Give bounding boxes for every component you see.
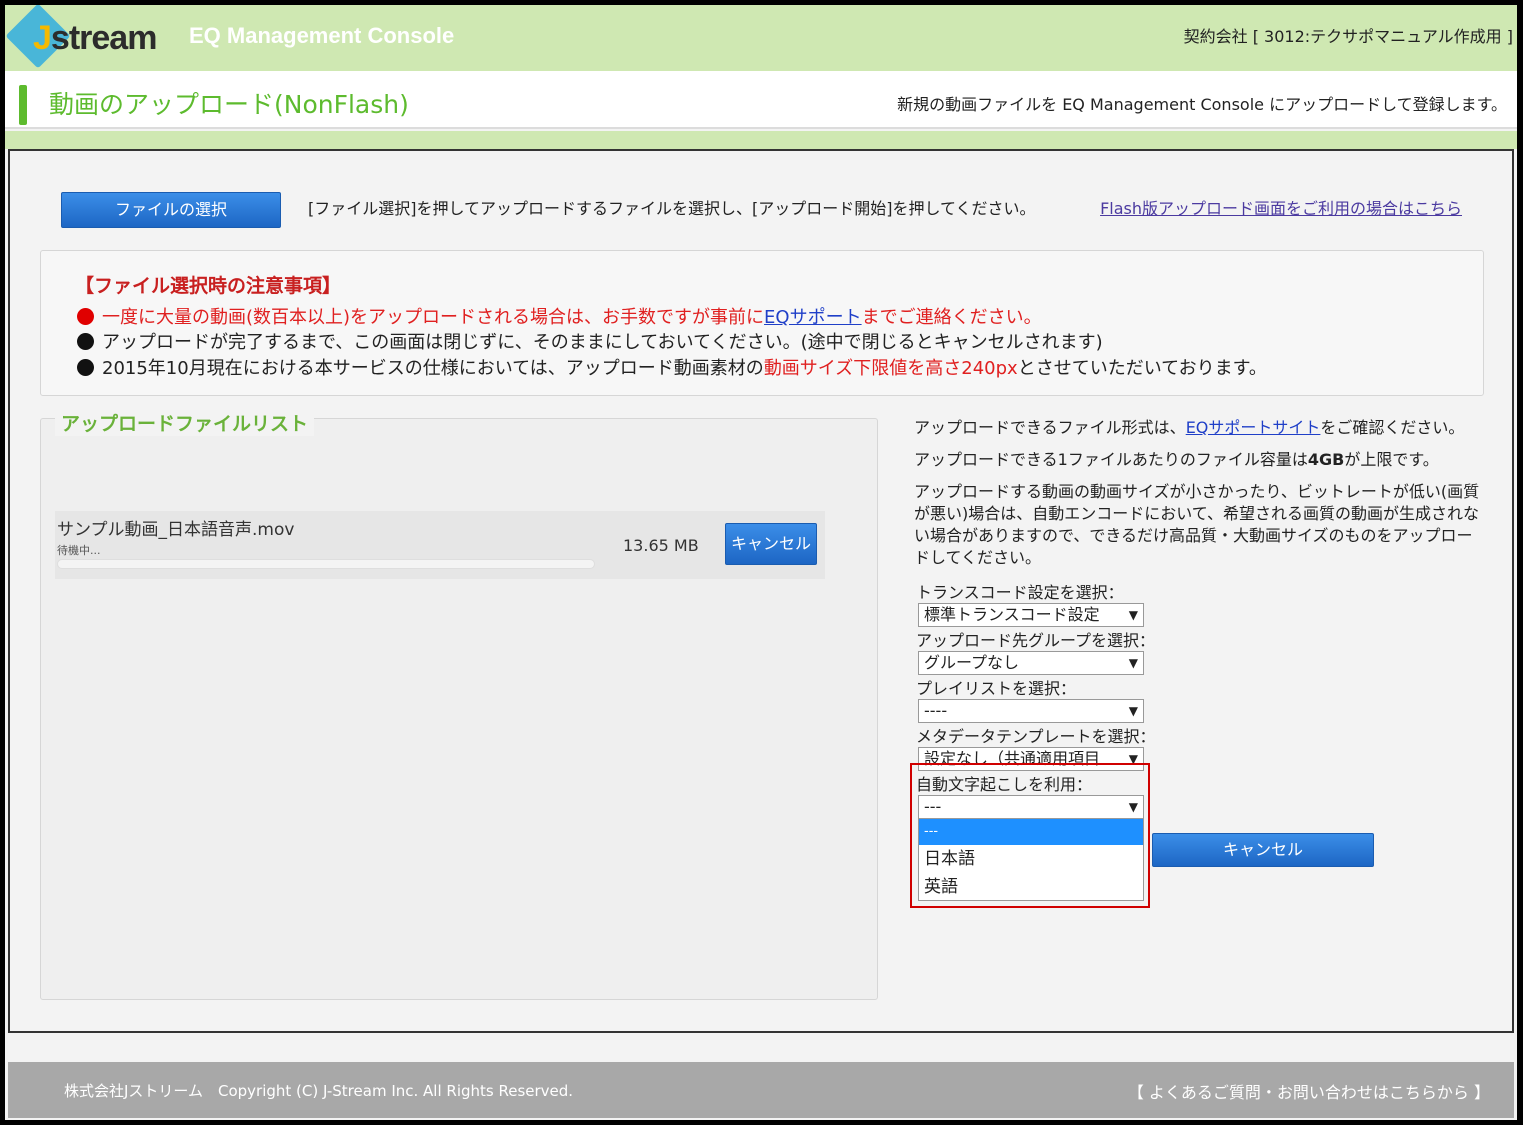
transcode-label: トランスコード設定を選択： (916, 583, 1124, 602)
select-instruction: [ファイル選択]を押してアップロードするファイルを選択し、[アップロード開始]を… (308, 199, 1036, 218)
chevron-down-icon: ▼ (1128, 704, 1138, 718)
group-label: アップロード先グループを選択： (916, 631, 1156, 650)
group-select[interactable]: グループなし ▼ (918, 651, 1144, 675)
top-bar: Jstream EQ Management Console 契約会社 [ 301… (5, 5, 1517, 71)
file-size: 13.65 MB (623, 536, 699, 555)
app-frame: Jstream EQ Management Console 契約会社 [ 301… (5, 5, 1517, 1120)
metadata-label: メタデータテンプレートを選択： (916, 727, 1156, 746)
red-bullet-icon (77, 308, 94, 325)
info-quality: アップロードする動画の動画サイズが小さかったり、ビットレートが低い(画質が悪い)… (914, 482, 1480, 567)
cancel-button[interactable]: キャンセル (1152, 833, 1374, 867)
logo-text: Jstream (33, 19, 157, 57)
title-accent-bar (19, 85, 27, 125)
file-status: 待機中... (57, 544, 101, 557)
page-title: 動画のアップロード(NonFlash) (49, 90, 409, 119)
info-file-size: アップロードできる1ファイルあたりのファイル容量は4GBが上限です。 (914, 450, 1439, 469)
bullet-icon (77, 333, 94, 350)
eq-support-link[interactable]: EQサポート (764, 307, 862, 328)
file-row: サンプル動画_日本語音声.mov 待機中... 13.65 MB キャンセル (55, 511, 825, 579)
copyright: 株式会社Jストリーム Copyright (C) J-Stream Inc. A… (64, 1082, 574, 1100)
playlist-label: プレイリストを選択： (916, 679, 1077, 698)
chevron-down-icon: ▼ (1128, 608, 1138, 622)
transcode-select[interactable]: 標準トランスコード設定 ▼ (918, 603, 1144, 627)
notice-title: 【ファイル選択時の注意事項】 (75, 275, 342, 297)
faq-link[interactable]: 【 よくあるご質問・お問い合わせはこちらから 】 (1128, 1079, 1490, 1103)
notice-line-spec: 2015年10月現在における本サービスの仕様においては、アップロード動画素材の動… (77, 354, 1267, 380)
header-divider (5, 131, 1517, 149)
notice-line-bulk: 一度に大量の動画(数百本以上)をアップロードされる場合は、お手数ですが事前にEQ… (77, 303, 1042, 329)
main-panel: ファイルの選択 [ファイル選択]を押してアップロードするファイルを選択し、[アッ… (8, 149, 1514, 1033)
title-bar: 動画のアップロード(NonFlash) 新規の動画ファイルを EQ Manage… (5, 71, 1517, 129)
file-progress-bar (57, 559, 595, 569)
bullet-icon (77, 359, 94, 376)
playlist-select[interactable]: ---- ▼ (918, 699, 1144, 723)
select-file-button[interactable]: ファイルの選択 (61, 192, 281, 228)
app-title: EQ Management Console (189, 23, 455, 48)
chevron-down-icon: ▼ (1128, 656, 1138, 670)
info-file-format: アップロードできるファイル形式は、EQサポートサイトをご確認ください。 (914, 418, 1465, 437)
file-name: サンプル動画_日本語音声.mov (57, 520, 295, 540)
highlight-annotation (910, 763, 1150, 908)
notice-line-keep-open: アップロードが完了するまで、この画面は閉じずに、そのままにしておいてください。(… (77, 328, 1103, 354)
footer: 株式会社Jストリーム Copyright (C) J-Stream Inc. A… (8, 1062, 1514, 1118)
eq-support-site-link[interactable]: EQサポートサイト (1186, 418, 1321, 437)
notice-box: 【ファイル選択時の注意事項】 一度に大量の動画(数百本以上)をアップロードされる… (40, 250, 1484, 396)
file-cancel-button[interactable]: キャンセル (725, 523, 817, 565)
flash-upload-link[interactable]: Flash版アップロード画面をご利用の場合はこちら (1100, 195, 1462, 219)
jstream-logo[interactable]: Jstream (5, 5, 171, 69)
upload-list-title: アップロードファイルリスト (55, 409, 315, 436)
upload-file-list: アップロードファイルリスト サンプル動画_日本語音声.mov 待機中... 13… (40, 409, 878, 1000)
contract-company: 契約会社 [ 3012:テクサポマニュアル作成用 ] (1183, 27, 1513, 46)
page-description: 新規の動画ファイルを EQ Management Console にアップロード… (897, 95, 1507, 114)
